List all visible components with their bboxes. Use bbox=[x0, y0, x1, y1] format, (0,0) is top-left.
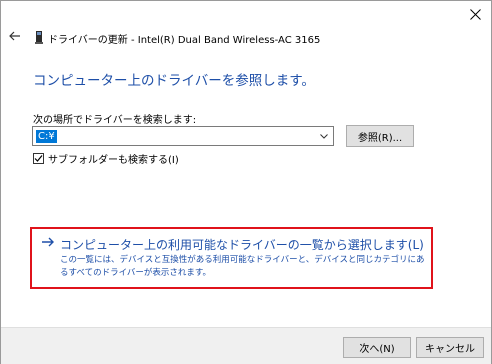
dialog-footer: 次へ(N) キャンセル bbox=[1, 327, 491, 364]
subfolders-checkbox[interactable] bbox=[33, 152, 44, 164]
window-title: ドライバーの更新 - Intel(R) Dual Band Wireless-A… bbox=[48, 35, 321, 46]
path-input[interactable]: C:¥ bbox=[36, 130, 57, 143]
next-button[interactable]: 次へ(N) bbox=[343, 337, 411, 358]
device-icon bbox=[35, 31, 43, 44]
pick-from-list-description: この一覧には、デバイスと互換性がある利用可能なドライバーと、デバイスと同じカテゴ… bbox=[60, 255, 425, 278]
close-icon bbox=[469, 8, 481, 20]
cancel-button[interactable]: キャンセル bbox=[416, 337, 484, 358]
checkmark-icon bbox=[34, 154, 43, 162]
driver-update-window: ドライバーの更新 - Intel(R) Dual Band Wireless-A… bbox=[0, 0, 492, 364]
back-arrow-icon bbox=[9, 31, 20, 41]
highlighted-option[interactable]: コンピューター上の利用可能なドライバーの一覧から選択します(L) この一覧には、… bbox=[30, 227, 433, 289]
path-combobox[interactable]: C:¥ bbox=[32, 126, 334, 146]
location-label: 次の場所でドライバーを検索します: bbox=[33, 115, 197, 126]
pick-from-list-link[interactable]: コンピューター上の利用可能なドライバーの一覧から選択します(L) bbox=[60, 236, 424, 253]
page-heading: コンピューター上のドライバーを参照します。 bbox=[33, 73, 315, 89]
subfolders-label: サブフォルダーも検索する(I) bbox=[48, 154, 179, 166]
browse-button[interactable]: 参照(R)... bbox=[346, 125, 414, 147]
chevron-down-icon[interactable] bbox=[319, 131, 329, 141]
arrow-right-icon bbox=[42, 237, 54, 247]
back-button[interactable] bbox=[7, 28, 23, 44]
close-button[interactable] bbox=[459, 1, 491, 27]
subfolders-option[interactable]: サブフォルダーも検索する(I) bbox=[33, 151, 179, 166]
